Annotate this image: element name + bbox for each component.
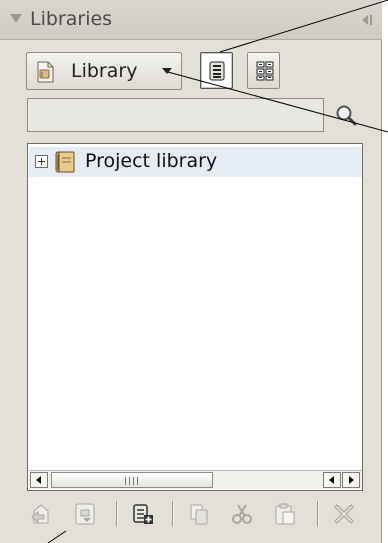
- library-dropdown[interactable]: Library: [26, 52, 182, 90]
- horizontal-scrollbar[interactable]: [29, 470, 362, 489]
- panel-title: Libraries: [30, 8, 113, 30]
- scroll-right-button-a[interactable]: [323, 472, 341, 488]
- chevron-down-icon: [162, 68, 172, 74]
- toolbar-separator: [317, 501, 318, 527]
- new-library-icon[interactable]: [131, 502, 155, 526]
- tree-item-label: Project library: [85, 150, 218, 172]
- library-book-icon: [55, 151, 75, 173]
- tree-item-project-library[interactable]: Project library: [29, 147, 362, 177]
- arrow-right-icon: [349, 476, 354, 484]
- export-icon[interactable]: [73, 502, 97, 526]
- grip-line: [133, 477, 134, 485]
- grip-line: [137, 477, 138, 485]
- scroll-left-button[interactable]: [30, 472, 48, 488]
- import-icon[interactable]: [29, 502, 53, 526]
- search-icon[interactable]: [334, 103, 358, 127]
- libraries-panel: Libraries Library Project library: [0, 0, 382, 543]
- copy-icon[interactable]: [187, 502, 211, 526]
- list-view-button[interactable]: [200, 52, 233, 89]
- grid-view-icon: [256, 61, 274, 81]
- dock-toggle-icon[interactable]: [360, 13, 374, 27]
- delete-icon[interactable]: [332, 502, 356, 526]
- grip-line: [129, 477, 130, 485]
- search-input[interactable]: [27, 98, 324, 132]
- arrow-left-icon: [36, 476, 41, 484]
- scroll-right-button-b[interactable]: [342, 472, 360, 488]
- panel-titlebar[interactable]: Libraries: [0, 0, 382, 40]
- library-tree[interactable]: Project library: [27, 143, 363, 491]
- cut-icon[interactable]: [230, 502, 254, 526]
- grid-view-button[interactable]: [247, 52, 280, 89]
- grip-line: [125, 477, 126, 485]
- collapse-arrow-icon[interactable]: [10, 14, 22, 23]
- scrollbar-thumb[interactable]: [51, 472, 213, 488]
- list-view-icon: [209, 61, 225, 81]
- expand-plus-icon[interactable]: [35, 155, 48, 168]
- paste-icon[interactable]: [273, 502, 297, 526]
- library-dropdown-label: Library: [71, 60, 138, 82]
- arrow-left-icon: [329, 476, 334, 484]
- toolbar-separator: [172, 501, 173, 527]
- toolbar-separator: [116, 501, 117, 527]
- library-document-icon: [37, 61, 54, 83]
